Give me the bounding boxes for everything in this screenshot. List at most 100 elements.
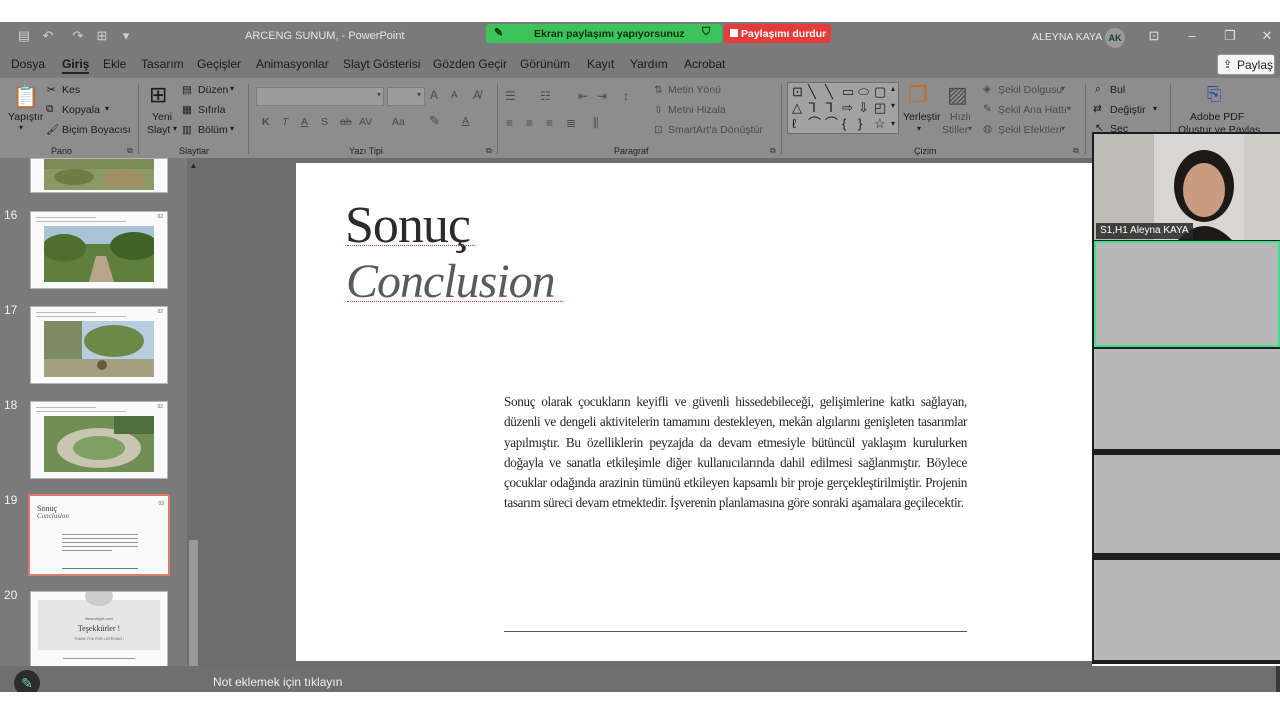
tab-giris[interactable]: Giriş	[62, 57, 90, 74]
smartart-icon[interactable]: ⊡	[654, 124, 663, 136]
customize-quick-access-icon[interactable]: ▾	[118, 29, 134, 43]
text-direction-icon[interactable]: ⇅	[654, 84, 663, 96]
layout-button[interactable]: Düzen	[198, 84, 228, 96]
cut-button[interactable]: Kes	[62, 84, 80, 96]
oval-shape-icon[interactable]: ⬭	[858, 85, 869, 99]
arrange-button[interactable]: Yerleştir	[903, 111, 941, 123]
line-spacing-icon[interactable]: ↕	[623, 89, 629, 103]
user-name[interactable]: ALEYNA KAYA	[1032, 31, 1102, 43]
save-icon[interactable]: ▤	[16, 29, 32, 43]
tab-animasyonlar[interactable]: Animasyonlar	[256, 57, 329, 71]
star-shape-icon[interactable]: ☆	[874, 117, 886, 131]
text-direction-button[interactable]: Metin Yönü	[668, 84, 721, 96]
decrease-indent-icon[interactable]: ⇤	[578, 89, 588, 103]
textbox-shape-icon[interactable]: ⊡	[792, 85, 803, 99]
rectangle-shape-icon[interactable]: ▭	[842, 85, 854, 99]
clear-format-icon[interactable]: A̸	[473, 88, 481, 102]
slide-thumbnail-19-selected[interactable]: 03 Sonuç Conclusion	[28, 494, 170, 576]
tab-gozden-gecir[interactable]: Gözden Geçir	[433, 57, 507, 71]
shape-fill-button[interactable]: Şekil Dolgusu	[998, 84, 1062, 96]
highlight-icon[interactable]: ✎	[429, 113, 440, 129]
slide-thumbnail-20[interactable]: lifeandlight.com Teşekkürler ! THANK YOU…	[30, 591, 168, 669]
connector-shape-icon[interactable]: ᒣ	[808, 101, 816, 115]
scrollbar-thumb[interactable]	[189, 540, 198, 680]
reset-icon[interactable]: ▦	[182, 104, 192, 116]
participant-tile[interactable]	[1094, 455, 1280, 553]
numbering-icon[interactable]: ☷	[540, 89, 551, 103]
tab-gecisler[interactable]: Geçişler	[197, 57, 241, 71]
copy-button[interactable]: Kopyala	[62, 104, 100, 116]
avatar[interactable]: AK	[1105, 28, 1125, 48]
section-icon[interactable]: ▥	[182, 124, 192, 136]
reset-button[interactable]: Sıfırla	[198, 104, 225, 116]
bold-button[interactable]: K	[262, 116, 270, 128]
font-family-select[interactable]	[256, 87, 384, 106]
paste-chevron-icon[interactable]: ▾	[19, 123, 23, 132]
pano-launcher-icon[interactable]: ⧉	[127, 146, 133, 156]
minimize-icon[interactable]: –	[1184, 28, 1200, 44]
gallery-down-icon[interactable]: ▾	[891, 101, 895, 110]
right-brace-shape-icon[interactable]: }	[858, 117, 862, 131]
italic-button[interactable]: T	[282, 116, 288, 128]
arc2-shape-icon[interactable]: ⌒	[825, 117, 838, 131]
stop-sharing-button[interactable]: Paylaşımı durdur	[724, 24, 831, 43]
scroll-up-icon[interactable]: ▲	[189, 161, 198, 170]
section-chevron-icon[interactable]: ▾	[230, 124, 234, 133]
section-button[interactable]: Bölüm	[198, 124, 228, 136]
quick-styles-chevron-icon[interactable]: ▾	[968, 124, 972, 133]
increase-indent-icon[interactable]: ⇥	[597, 89, 607, 103]
tab-kayit[interactable]: Kayıt	[587, 57, 614, 71]
replace-button[interactable]: Değiştir	[1110, 104, 1146, 116]
tab-slayt-gosterisi[interactable]: Slayt Gösterisi	[343, 57, 420, 71]
shape-effects-icon[interactable]: ◍	[983, 123, 992, 135]
paste-icon[interactable]: 📋	[12, 84, 39, 110]
align-right-icon[interactable]: ≡	[546, 116, 553, 130]
shrink-font-button[interactable]: A	[451, 90, 458, 101]
arrange-icon[interactable]: ❐	[908, 82, 928, 108]
font-size-chevron-icon[interactable]: ▾	[417, 90, 421, 99]
format-painter-button[interactable]: Biçim Boyacısı	[62, 124, 131, 136]
arc-shape-icon[interactable]: ⌒	[808, 117, 821, 131]
line-shape-icon[interactable]: ╲	[808, 85, 816, 99]
font-launcher-icon[interactable]: ⧉	[486, 146, 492, 156]
tab-acrobat[interactable]: Acrobat	[684, 57, 725, 71]
grow-font-button[interactable]: A	[430, 88, 438, 102]
ribbon-display-icon[interactable]: ⊡	[1146, 28, 1162, 44]
connector2-shape-icon[interactable]: ᒣ	[825, 101, 833, 115]
quick-styles-button[interactable]: Hızlı	[950, 111, 971, 123]
tab-dosya[interactable]: Dosya	[11, 57, 45, 71]
quick-styles-button-line2[interactable]: Stiller	[942, 124, 968, 136]
replace-icon[interactable]: ⇄	[1093, 103, 1102, 115]
strikethrough-button[interactable]: ab	[340, 116, 352, 128]
shape-fill-icon[interactable]: ◈	[983, 83, 991, 95]
shape-outline-icon[interactable]: ✎	[983, 103, 992, 115]
new-slide-icon[interactable]: ⊞	[149, 82, 167, 108]
quick-styles-icon[interactable]: ▨	[947, 82, 968, 108]
shapes-gallery[interactable]: ⊡ ╲ ╲ ▭ ⬭ ▢ △ ᒣ ᒣ ⇨ ⇩ ◰ ℓ ⌒ ⌒ { } ☆	[787, 82, 899, 134]
copy-chevron-icon[interactable]: ▾	[105, 104, 109, 113]
gallery-up-icon[interactable]: ▴	[891, 84, 895, 93]
adobe-pdf-button[interactable]: Adobe PDF	[1190, 111, 1244, 123]
shape-effects-chevron-icon[interactable]: ▾	[1061, 124, 1065, 133]
tab-gorunum[interactable]: Görünüm	[520, 57, 570, 71]
align-text-icon[interactable]: ⇳	[654, 104, 663, 116]
participant-tile[interactable]	[1094, 560, 1280, 660]
new-slide-chevron-icon[interactable]: ▾	[173, 124, 177, 133]
curve-shape-icon[interactable]: ℓ	[792, 117, 796, 131]
notes-placeholder[interactable]: Not eklemek için tıklayın	[213, 675, 342, 689]
shape-outline-chevron-icon[interactable]: ▾	[1067, 104, 1071, 113]
find-icon[interactable]: ⌕	[1095, 83, 1101, 96]
align-left-icon[interactable]: ≡	[506, 116, 513, 130]
slide-thumbnail-15[interactable]	[30, 158, 168, 193]
participant-tile-active[interactable]	[1094, 241, 1280, 347]
adobe-pdf-icon[interactable]: ⎘	[1207, 84, 1221, 105]
participant-tile[interactable]	[1094, 349, 1280, 449]
slide-thumbnail-18[interactable]: 02	[30, 401, 168, 479]
align-text-button[interactable]: Metni Hizala	[668, 104, 726, 116]
shape-effects-button[interactable]: Şekil Efektleri	[998, 124, 1062, 136]
callout-shape-icon[interactable]: ◰	[874, 101, 886, 115]
replace-chevron-icon[interactable]: ▾	[1153, 104, 1157, 113]
arrange-chevron-icon[interactable]: ▾	[917, 124, 921, 133]
convert-smartart-button[interactable]: SmartArt'a Dönüştür	[668, 124, 763, 136]
share-button[interactable]: ⇪ Paylaş	[1217, 54, 1275, 75]
